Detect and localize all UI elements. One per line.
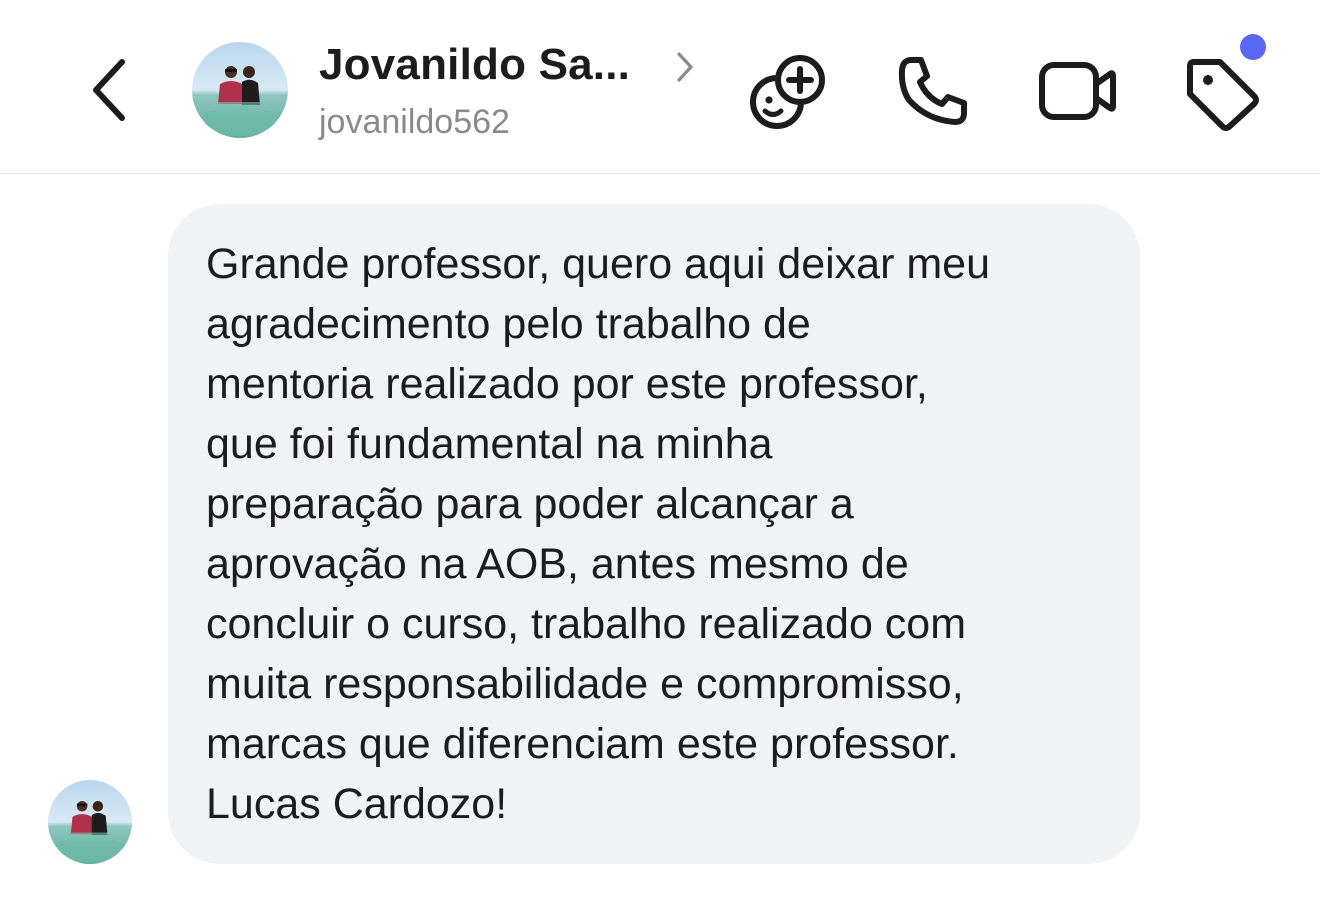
phone-icon [898,57,967,125]
sender-avatar[interactable] [48,780,132,864]
effects-button[interactable] [744,50,830,132]
voice-call-button[interactable] [893,52,973,130]
video-call-button[interactable] [1034,52,1120,130]
video-camera-icon [1039,62,1116,120]
effects-plus-face-icon [750,55,825,129]
message-bubble[interactable]: Grande professor, quero aqui deixar meu … [168,204,1140,864]
tag-button[interactable] [1180,50,1264,132]
chat-screen: Jovanildo Sa... jovanildo562 Grande prof… [0,0,1320,907]
notification-dot [1240,34,1266,60]
chevron-right-icon[interactable] [672,50,698,84]
contact-name[interactable]: Jovanildo Sa... [319,40,630,90]
chevron-left-icon [93,59,125,121]
contact-username: jovanildo562 [319,103,510,141]
tag-icon [1187,59,1259,131]
contact-avatar[interactable] [192,42,288,138]
chat-header: Jovanildo Sa... jovanildo562 [0,0,1320,174]
back-button[interactable] [80,52,136,128]
message-text: Grande professor, quero aqui deixar meu … [206,240,991,828]
